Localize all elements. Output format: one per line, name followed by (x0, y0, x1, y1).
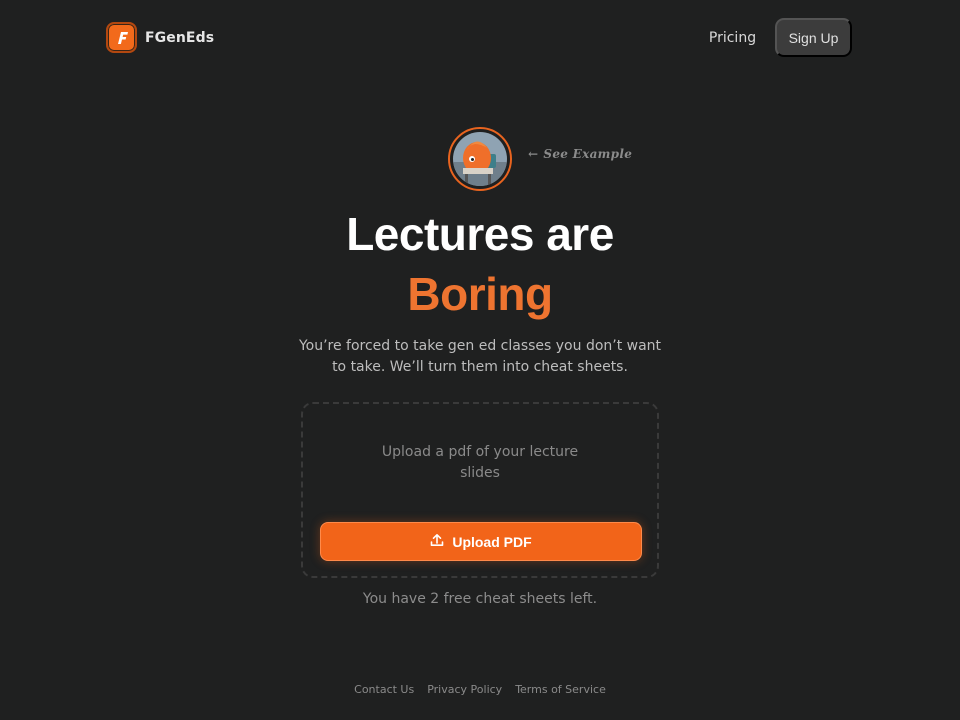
brand-name: FGenEds (145, 29, 215, 46)
see-example-link[interactable]: ← See Example (528, 147, 632, 161)
sign-up-button[interactable]: Sign Up (775, 18, 852, 57)
upload-icon (430, 533, 444, 550)
headline-line-1: Lectures are (346, 208, 614, 260)
pricing-link[interactable]: Pricing (700, 18, 765, 57)
upload-dropzone[interactable]: Upload a pdf of your lecture slides Uplo… (301, 402, 659, 578)
see-example-label: See Example (543, 147, 633, 161)
upload-pdf-label: Upload PDF (452, 533, 532, 550)
orange-character-avatar (453, 132, 507, 186)
page: FGenEds Pricing Sign Up ← See Example Le… (0, 0, 960, 720)
top-nav: FGenEds Pricing Sign Up (0, 0, 960, 76)
upload-pdf-button[interactable]: Upload PDF (320, 522, 642, 561)
headline-line-2: Boring (407, 268, 553, 320)
footer: Contact Us Privacy Policy Terms of Servi… (0, 683, 960, 696)
brand-link[interactable]: FGenEds (106, 22, 214, 53)
upload-hint-text: Upload a pdf of your lecture slides (381, 444, 579, 481)
free-credits-text: You have 2 free cheat sheets left. (362, 591, 598, 607)
arrow-left-icon: ← (528, 147, 539, 161)
example-avatar[interactable] (448, 127, 512, 191)
privacy-policy-link[interactable]: Privacy Policy (427, 683, 502, 696)
contact-us-link[interactable]: Contact Us (354, 683, 414, 696)
upload-hint: Upload a pdf of your lecture slides (303, 442, 657, 484)
f-logo-icon (106, 22, 137, 53)
hero-subtitle: You’re forced to take gen ed classes you… (298, 338, 662, 375)
terms-of-service-link[interactable]: Terms of Service (515, 683, 606, 696)
